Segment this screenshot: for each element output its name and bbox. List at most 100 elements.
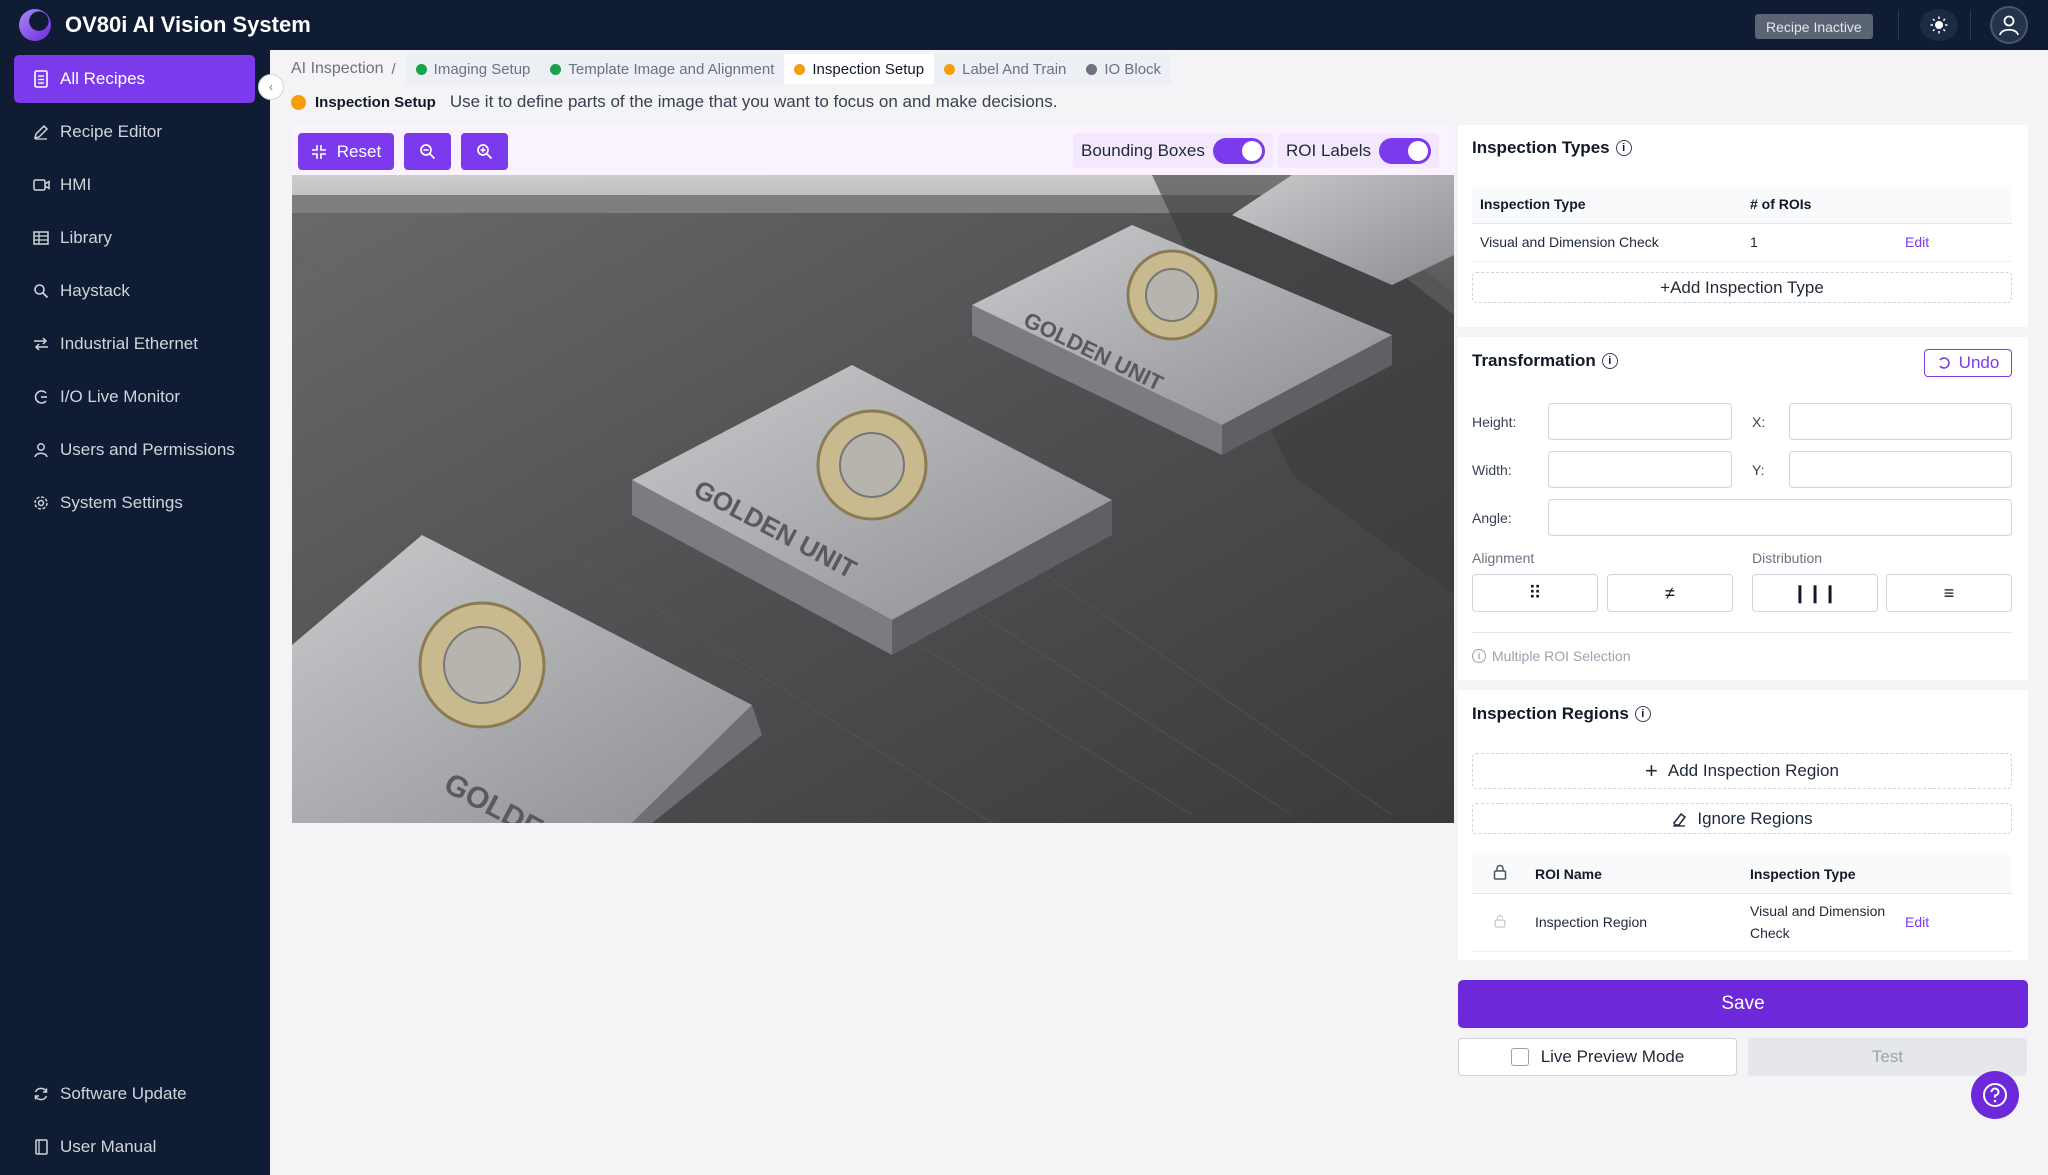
sidebar-item-io-live-monitor[interactable]: I/O Live Monitor: [14, 373, 255, 421]
sidebar: All Recipes Recipe Editor HMI Library Ha…: [0, 50, 270, 1175]
step-title: Inspection Setup: [315, 93, 436, 111]
live-preview-checkbox[interactable]: [1510, 1048, 1529, 1066]
transformation-panel: Transformation i Undo Height: X: Width: …: [1458, 337, 2028, 680]
info-icon[interactable]: i: [1634, 706, 1651, 722]
chevron-left-icon: ‹: [269, 80, 273, 94]
sidebar-item-haystack[interactable]: Haystack: [14, 267, 255, 315]
panel-title: Transformation i: [1472, 351, 1618, 371]
step-status-dot: [550, 63, 562, 75]
x-field[interactable]: [1789, 403, 2012, 440]
step-label: Inspection Setup: [812, 60, 925, 78]
sidebar-item-label: All Recipes: [60, 69, 146, 88]
column-header: [1897, 185, 2012, 224]
sidebar-item-system-settings[interactable]: System Settings: [14, 479, 255, 527]
undo-button[interactable]: Undo: [1924, 349, 2012, 377]
bounding-boxes-switch[interactable]: [1212, 137, 1265, 164]
roi-labels-switch[interactable]: [1379, 137, 1432, 164]
bounding-boxes-toggle-group: Bounding Boxes: [1073, 133, 1273, 168]
column-header: [1897, 855, 2012, 894]
width-label: Width:: [1472, 462, 1512, 478]
step-inspection-setup[interactable]: Inspection Setup: [784, 54, 935, 84]
multi-roi-note-text: Multiple ROI Selection: [1492, 648, 1631, 664]
reset-label: Reset: [336, 141, 382, 161]
sidebar-item-label: Users and Permissions: [60, 440, 235, 459]
top-divider: [1970, 10, 1971, 40]
step-imaging-setup[interactable]: Imaging Setup: [405, 54, 541, 84]
zoom-in-button[interactable]: [461, 133, 508, 170]
roi-count-cell: 1: [1742, 223, 1897, 262]
eraser-icon: [1673, 812, 1687, 827]
image-toolbar: Reset Bounding Boxes ROI Labels: [291, 125, 1454, 175]
step-label: IO Block: [1104, 60, 1162, 78]
camera-image: GOLDEN UNIT GOLDEN UNIT GOLDEN UNIT: [292, 175, 1454, 823]
step-label-and-train[interactable]: Label And Train: [934, 54, 1077, 84]
sidebar-item-label: Haystack: [60, 281, 130, 300]
roi-labels-toggle-group: ROI Labels: [1278, 133, 1440, 168]
add-inspection-type-button[interactable]: +Add Inspection Type: [1472, 272, 2012, 303]
user-menu-button[interactable]: [1990, 6, 2028, 44]
step-template-image-alignment[interactable]: Template Image and Alignment: [540, 54, 785, 84]
reset-button[interactable]: Reset: [298, 133, 394, 170]
panel-title: Inspection Regions i: [1472, 704, 1651, 724]
breadcrumb: AI Inspection / Imaging Setup Template I…: [291, 54, 1172, 84]
info-icon: i: [1472, 649, 1486, 663]
lock-cell[interactable]: [1472, 893, 1527, 952]
sun-icon: [1930, 16, 1948, 34]
info-icon[interactable]: i: [1615, 140, 1632, 156]
undo-label: Undo: [1958, 353, 2000, 372]
live-preview-mode-toggle[interactable]: Live Preview Mode: [1458, 1038, 1737, 1076]
step-description: Use it to define parts of the image that…: [449, 92, 1058, 111]
distribute-vertical-button[interactable]: ≡: [1886, 574, 2012, 612]
sidebar-collapse-button[interactable]: ‹: [258, 74, 284, 100]
add-inspection-region-button[interactable]: + Add Inspection Region: [1472, 753, 2012, 789]
inspection-type-cell: Visual and Dimension Check: [1472, 223, 1742, 262]
step-label: Label And Train: [962, 60, 1067, 78]
inspection-types-table: Inspection Type # of ROIs Visual and Dim…: [1472, 185, 2012, 262]
table-row: Visual and Dimension Check 1 Edit: [1472, 223, 2012, 262]
sidebar-item-label: System Settings: [60, 493, 183, 512]
distribute-v-icon: ≡: [1943, 582, 1955, 603]
live-preview-label: Live Preview Mode: [1540, 1047, 1685, 1066]
breadcrumb-root[interactable]: AI Inspection: [291, 60, 384, 78]
ignore-regions-button[interactable]: Ignore Regions: [1472, 803, 2012, 834]
sidebar-item-hmi[interactable]: HMI: [14, 161, 255, 209]
sidebar-item-all-recipes[interactable]: All Recipes: [14, 55, 255, 103]
test-button[interactable]: Test: [1748, 1038, 2027, 1076]
sidebar-item-users-and-permissions[interactable]: Users and Permissions: [14, 426, 255, 474]
angle-field[interactable]: [1548, 499, 2012, 536]
align-center-v-icon: ≠: [1665, 582, 1675, 603]
save-button[interactable]: Save: [1458, 980, 2028, 1028]
help-button[interactable]: [1971, 1071, 2019, 1119]
align-center-h-icon: ⠿: [1528, 582, 1542, 603]
pencil-icon: [32, 123, 50, 141]
edit-roi-link[interactable]: Edit: [1905, 914, 1929, 930]
step-label: Template Image and Alignment: [568, 60, 775, 78]
align-horizontal-center-button[interactable]: ⠿: [1472, 574, 1598, 612]
step-status-dot: [944, 63, 956, 75]
distribute-horizontal-button[interactable]: ❙❙❙: [1752, 574, 1878, 612]
sidebar-item-library[interactable]: Library: [14, 214, 255, 262]
top-divider: [1898, 10, 1899, 40]
bounding-boxes-label: Bounding Boxes: [1081, 140, 1205, 160]
sidebar-item-user-manual[interactable]: User Manual: [14, 1123, 255, 1171]
distribute-h-icon: ❙❙❙: [1792, 582, 1838, 603]
step-io-block[interactable]: IO Block: [1076, 54, 1172, 84]
y-field[interactable]: [1789, 451, 2012, 488]
zoom-out-button[interactable]: [404, 133, 451, 170]
sidebar-item-recipe-editor[interactable]: Recipe Editor: [14, 108, 255, 156]
lock-column-header: [1472, 855, 1527, 894]
edit-inspection-type-link[interactable]: Edit: [1905, 234, 1929, 250]
breadcrumb-separator: /: [391, 60, 396, 78]
divider: [1472, 632, 2012, 633]
camera-image-view[interactable]: GOLDEN UNIT GOLDEN UNIT GOLDEN UNIT: [292, 175, 1454, 823]
align-vertical-center-button[interactable]: ≠: [1607, 574, 1733, 612]
column-header: Inspection Type: [1472, 185, 1742, 224]
info-icon[interactable]: i: [1601, 353, 1618, 369]
sidebar-item-industrial-ethernet[interactable]: Industrial Ethernet: [14, 320, 255, 368]
theme-toggle-button[interactable]: [1920, 9, 1958, 41]
sidebar-item-software-update[interactable]: Software Update: [14, 1070, 255, 1118]
distribution-label: Distribution: [1752, 550, 1823, 566]
height-field[interactable]: [1548, 403, 1732, 440]
shrink-icon: [311, 144, 326, 159]
width-field[interactable]: [1548, 451, 1732, 488]
